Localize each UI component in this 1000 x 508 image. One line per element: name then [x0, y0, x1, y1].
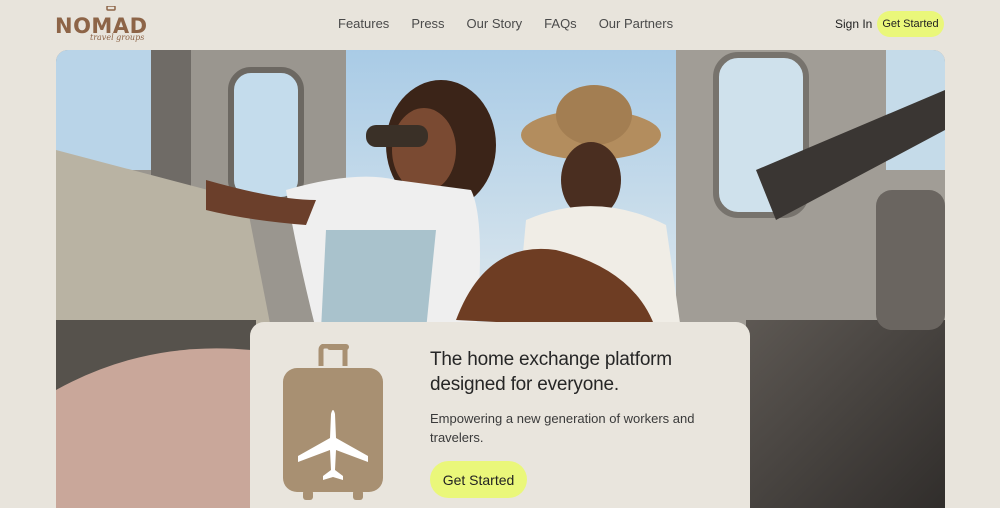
nav-our-partners[interactable]: Our Partners — [599, 16, 673, 31]
nav-faqs[interactable]: FAQs — [544, 16, 577, 31]
nav-our-story[interactable]: Our Story — [467, 16, 523, 31]
logo-tagline: travel groups — [90, 33, 145, 42]
logo[interactable]: NOMAD travel groups — [55, 4, 147, 46]
header-get-started-button[interactable]: Get Started — [877, 11, 944, 37]
site-header: NOMAD travel groups Features Press Our S… — [0, 0, 1000, 48]
hero-title: The home exchange platform designed for … — [430, 349, 672, 395]
suitcase-airplane-icon — [283, 344, 383, 500]
hero-card: The home exchange platform designed for … — [250, 322, 750, 508]
logo-bag-icon — [106, 6, 116, 11]
hero-get-started-button[interactable]: Get Started — [430, 461, 527, 498]
nav-press[interactable]: Press — [411, 16, 444, 31]
main-nav: Features Press Our Story FAQs Our Partne… — [338, 16, 673, 31]
hero-subtitle: Empowering a new generation of workers a… — [430, 411, 695, 445]
nav-features[interactable]: Features — [338, 16, 389, 31]
sign-in-link[interactable]: Sign In — [835, 17, 872, 31]
